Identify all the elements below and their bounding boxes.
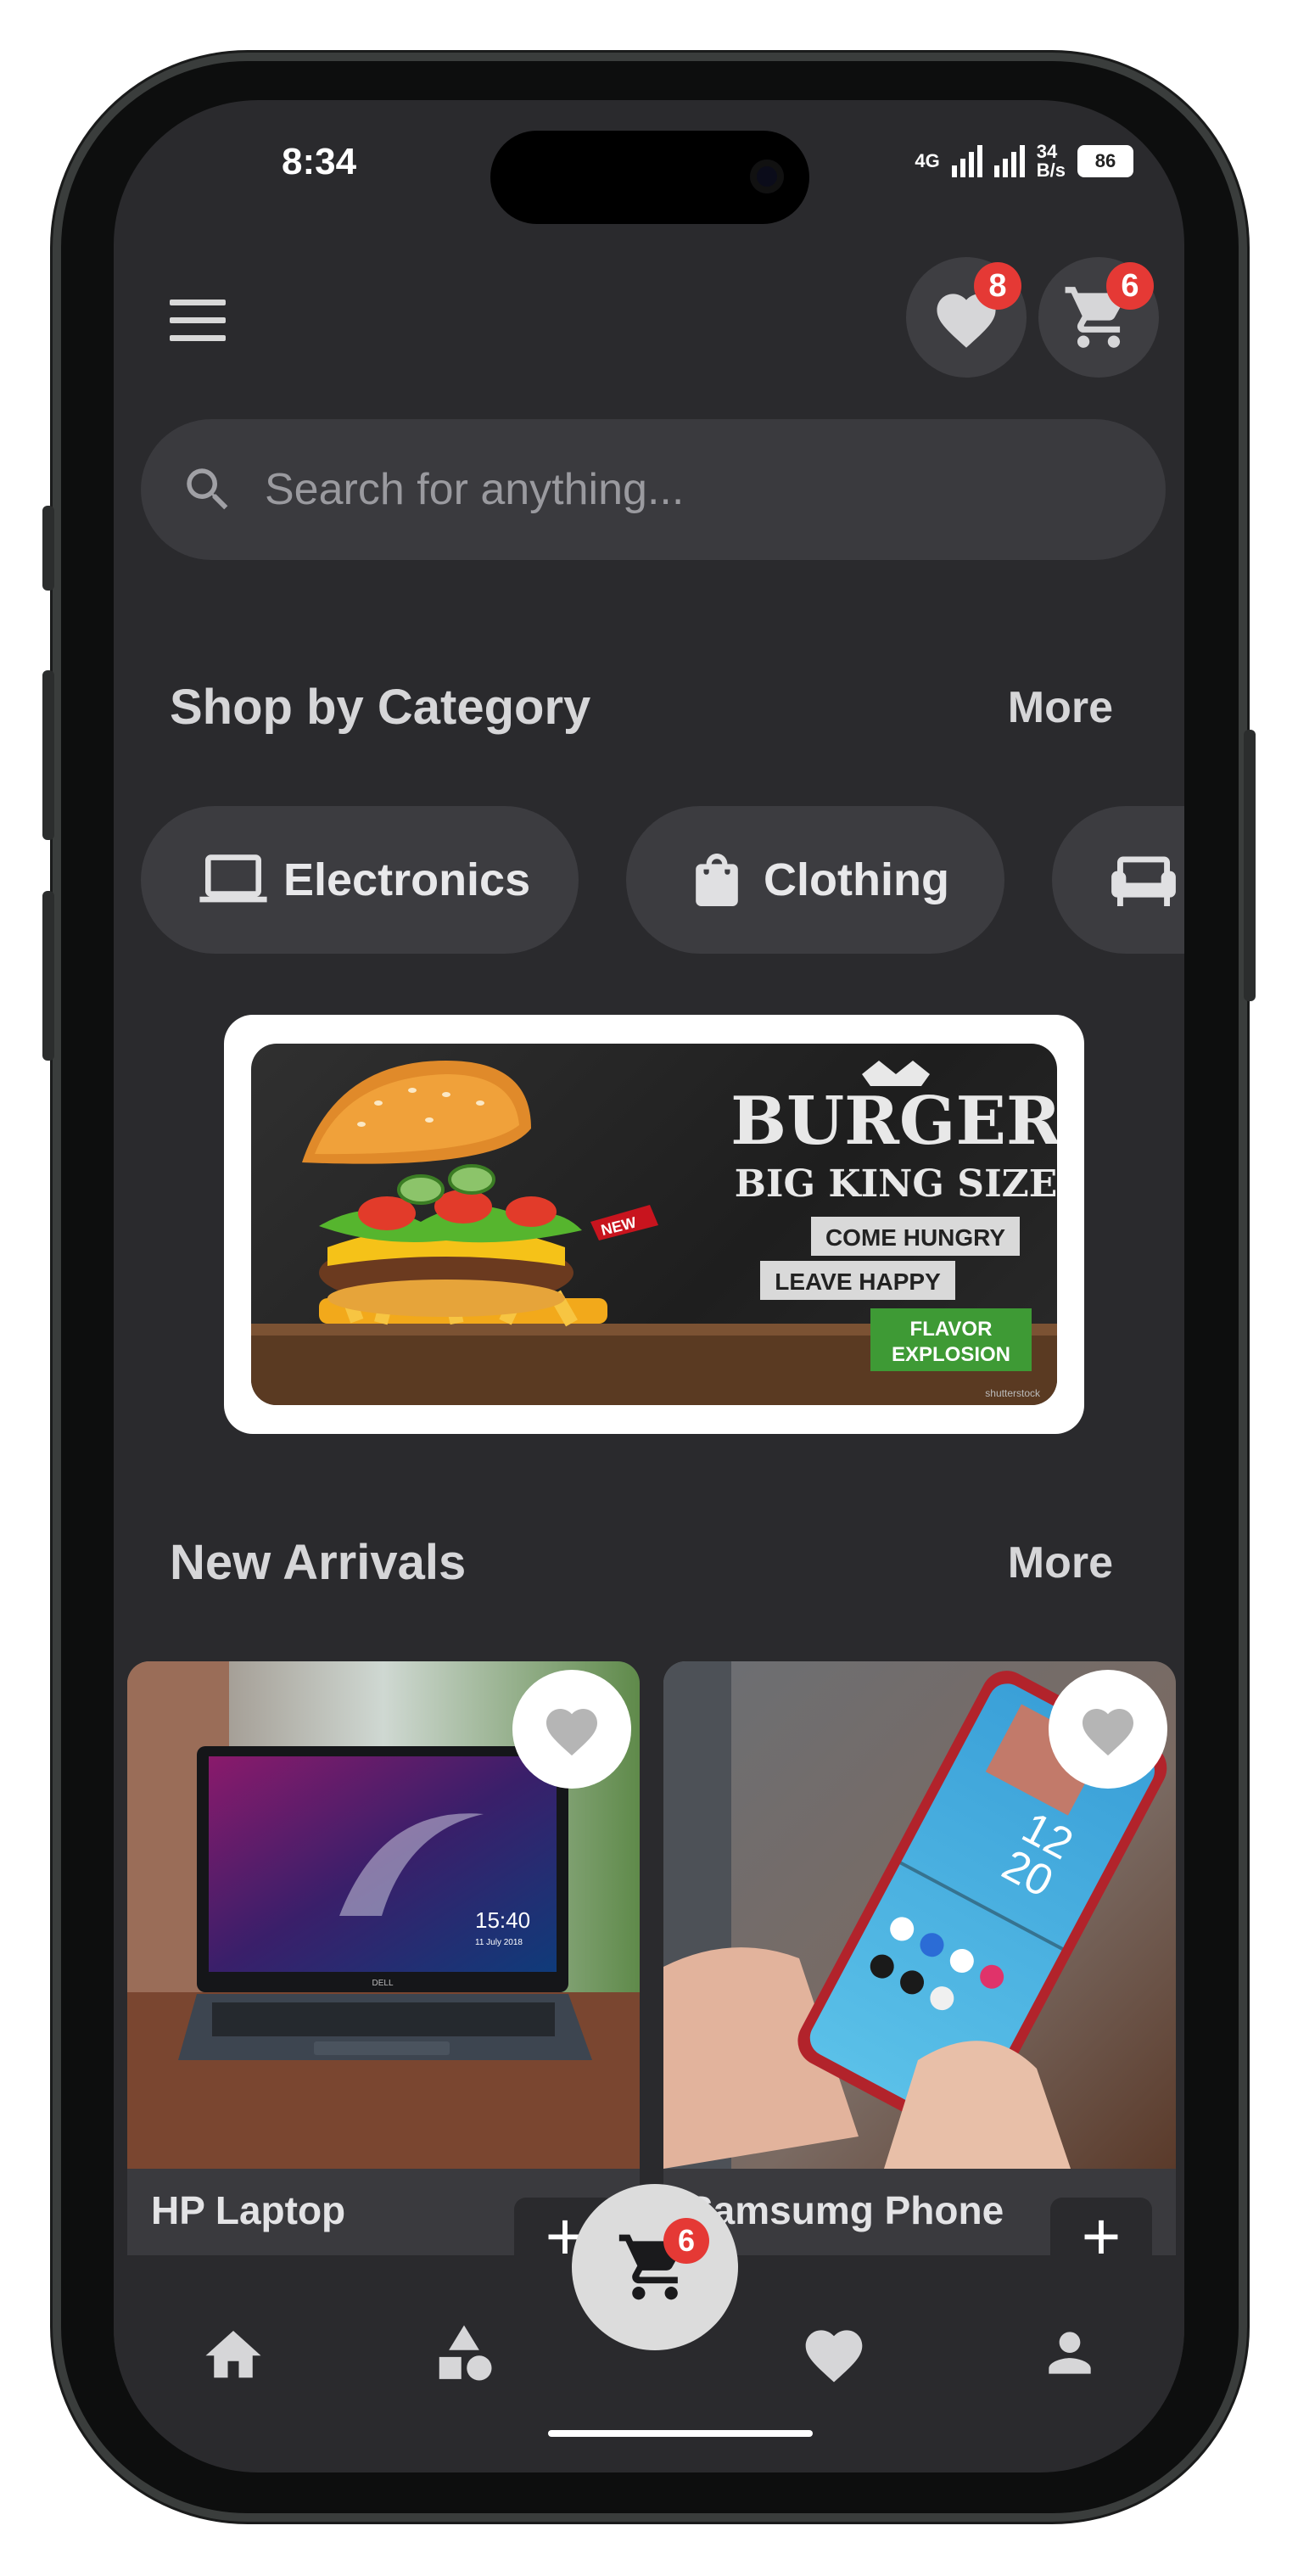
action-button — [42, 506, 54, 591]
volume-up-button — [42, 670, 54, 840]
camera-icon — [750, 160, 784, 193]
wishlist-badge: 8 — [974, 262, 1021, 310]
heart-icon — [805, 2330, 863, 2383]
signal-2-icon — [993, 145, 1025, 177]
status-bar: 8:34 4G 34 B/s 86 — [114, 100, 1184, 227]
category-chip-furniture[interactable] — [1052, 806, 1184, 954]
net-speed: 34 B/s — [1037, 143, 1066, 180]
home-icon — [205, 2331, 261, 2378]
top-bar: 8 6 — [114, 257, 1184, 401]
sofa-icon — [1111, 856, 1176, 906]
heart-icon — [1083, 1709, 1133, 1756]
banner-credit: shutterstock — [985, 1387, 1041, 1399]
battery-icon: 86 — [1077, 145, 1133, 177]
menu-icon[interactable] — [170, 300, 226, 345]
product-card-hp-laptop[interactable]: 15:40 11 July 2018 DELL HP Laptop + — [127, 1661, 640, 2255]
product-name: HP Laptop — [151, 2188, 346, 2232]
power-button — [1244, 730, 1256, 1001]
nav-wishlist[interactable] — [796, 2315, 872, 2391]
new-arrivals-more-link[interactable]: More — [1008, 1537, 1113, 1588]
promo-banner[interactable]: NEW BURGER BIG KING SIZE COME HUNGRY LEA… — [224, 1015, 1084, 1434]
category-chip-electronics[interactable]: Electronics — [141, 806, 579, 954]
signal-icon — [951, 145, 982, 177]
laptop-screen-date: 11 July 2018 — [475, 1938, 523, 1947]
shopping-bag-icon — [696, 854, 738, 906]
banner-subhead: BIG KING SIZE — [735, 1162, 1057, 1206]
categories-icon — [439, 2325, 492, 2381]
category-label: Electronics — [283, 854, 531, 905]
dynamic-island — [490, 131, 809, 224]
wishlist-button[interactable]: 8 — [906, 257, 1027, 378]
laptop-icon — [199, 854, 267, 903]
product-card-samsung-phone[interactable]: 12 20 Samsumg Phone + — [663, 1661, 1176, 2255]
favorite-button[interactable] — [1049, 1670, 1167, 1789]
search-icon — [187, 468, 228, 510]
category-section-title: Shop by Category — [170, 680, 591, 735]
favorite-button[interactable] — [512, 1670, 631, 1789]
laptop-screen-time: 15:40 — [475, 1907, 530, 1933]
category-chip-clothing[interactable]: Clothing — [626, 806, 1004, 954]
new-arrivals-title: New Arrivals — [170, 1535, 467, 1590]
cart-badge: 6 — [1106, 262, 1154, 310]
status-icons: 4G 34 B/s 86 — [915, 143, 1133, 180]
net-speed-unit: B/s — [1036, 160, 1066, 181]
banner-image: NEW BURGER BIG KING SIZE COME HUNGRY LEA… — [251, 1044, 1057, 1405]
status-time: 8:34 — [282, 141, 357, 182]
cart-button[interactable]: 6 — [1038, 257, 1159, 378]
profile-icon — [1049, 2332, 1091, 2374]
product-name: Samsumg Phone — [687, 2188, 1004, 2232]
nav-home[interactable] — [195, 2315, 271, 2391]
laptop-brand: DELL — [372, 1979, 393, 1988]
heart-icon — [546, 1709, 597, 1756]
net-speed-value: 34 — [1036, 141, 1058, 162]
banner-badge-line2: EXPLOSION — [892, 1343, 1010, 1366]
search-bar[interactable] — [141, 419, 1166, 560]
app-screen: 8:34 4G 34 B/s 86 8 6 Shop by Category — [114, 100, 1184, 2472]
banner-headline: BURGER — [730, 1083, 1057, 1160]
search-input[interactable] — [263, 463, 1030, 516]
category-more-link[interactable]: More — [1008, 682, 1113, 733]
home-indicator — [548, 2430, 813, 2437]
fab-cart-badge: 6 — [663, 2218, 709, 2264]
plus-icon: + — [1081, 2198, 1122, 2255]
burger-illustration: NEW BURGER BIG KING SIZE COME HUNGRY LEA… — [251, 1061, 1057, 1405]
network-label: 4G — [915, 150, 940, 171]
nav-profile[interactable] — [1032, 2315, 1108, 2391]
battery-level: 86 — [1094, 150, 1116, 171]
nav-categories[interactable] — [426, 2315, 502, 2391]
banner-line2: LEAVE HAPPY — [775, 1268, 941, 1295]
banner-badge-line1: FLAVOR — [910, 1318, 993, 1341]
banner-line1: COME HUNGRY — [825, 1224, 1005, 1251]
volume-down-button — [42, 891, 54, 1061]
cart-fab-button[interactable]: 6 — [572, 2184, 738, 2350]
add-to-cart-button[interactable]: + — [1050, 2198, 1152, 2255]
category-label: Clothing — [764, 854, 949, 905]
